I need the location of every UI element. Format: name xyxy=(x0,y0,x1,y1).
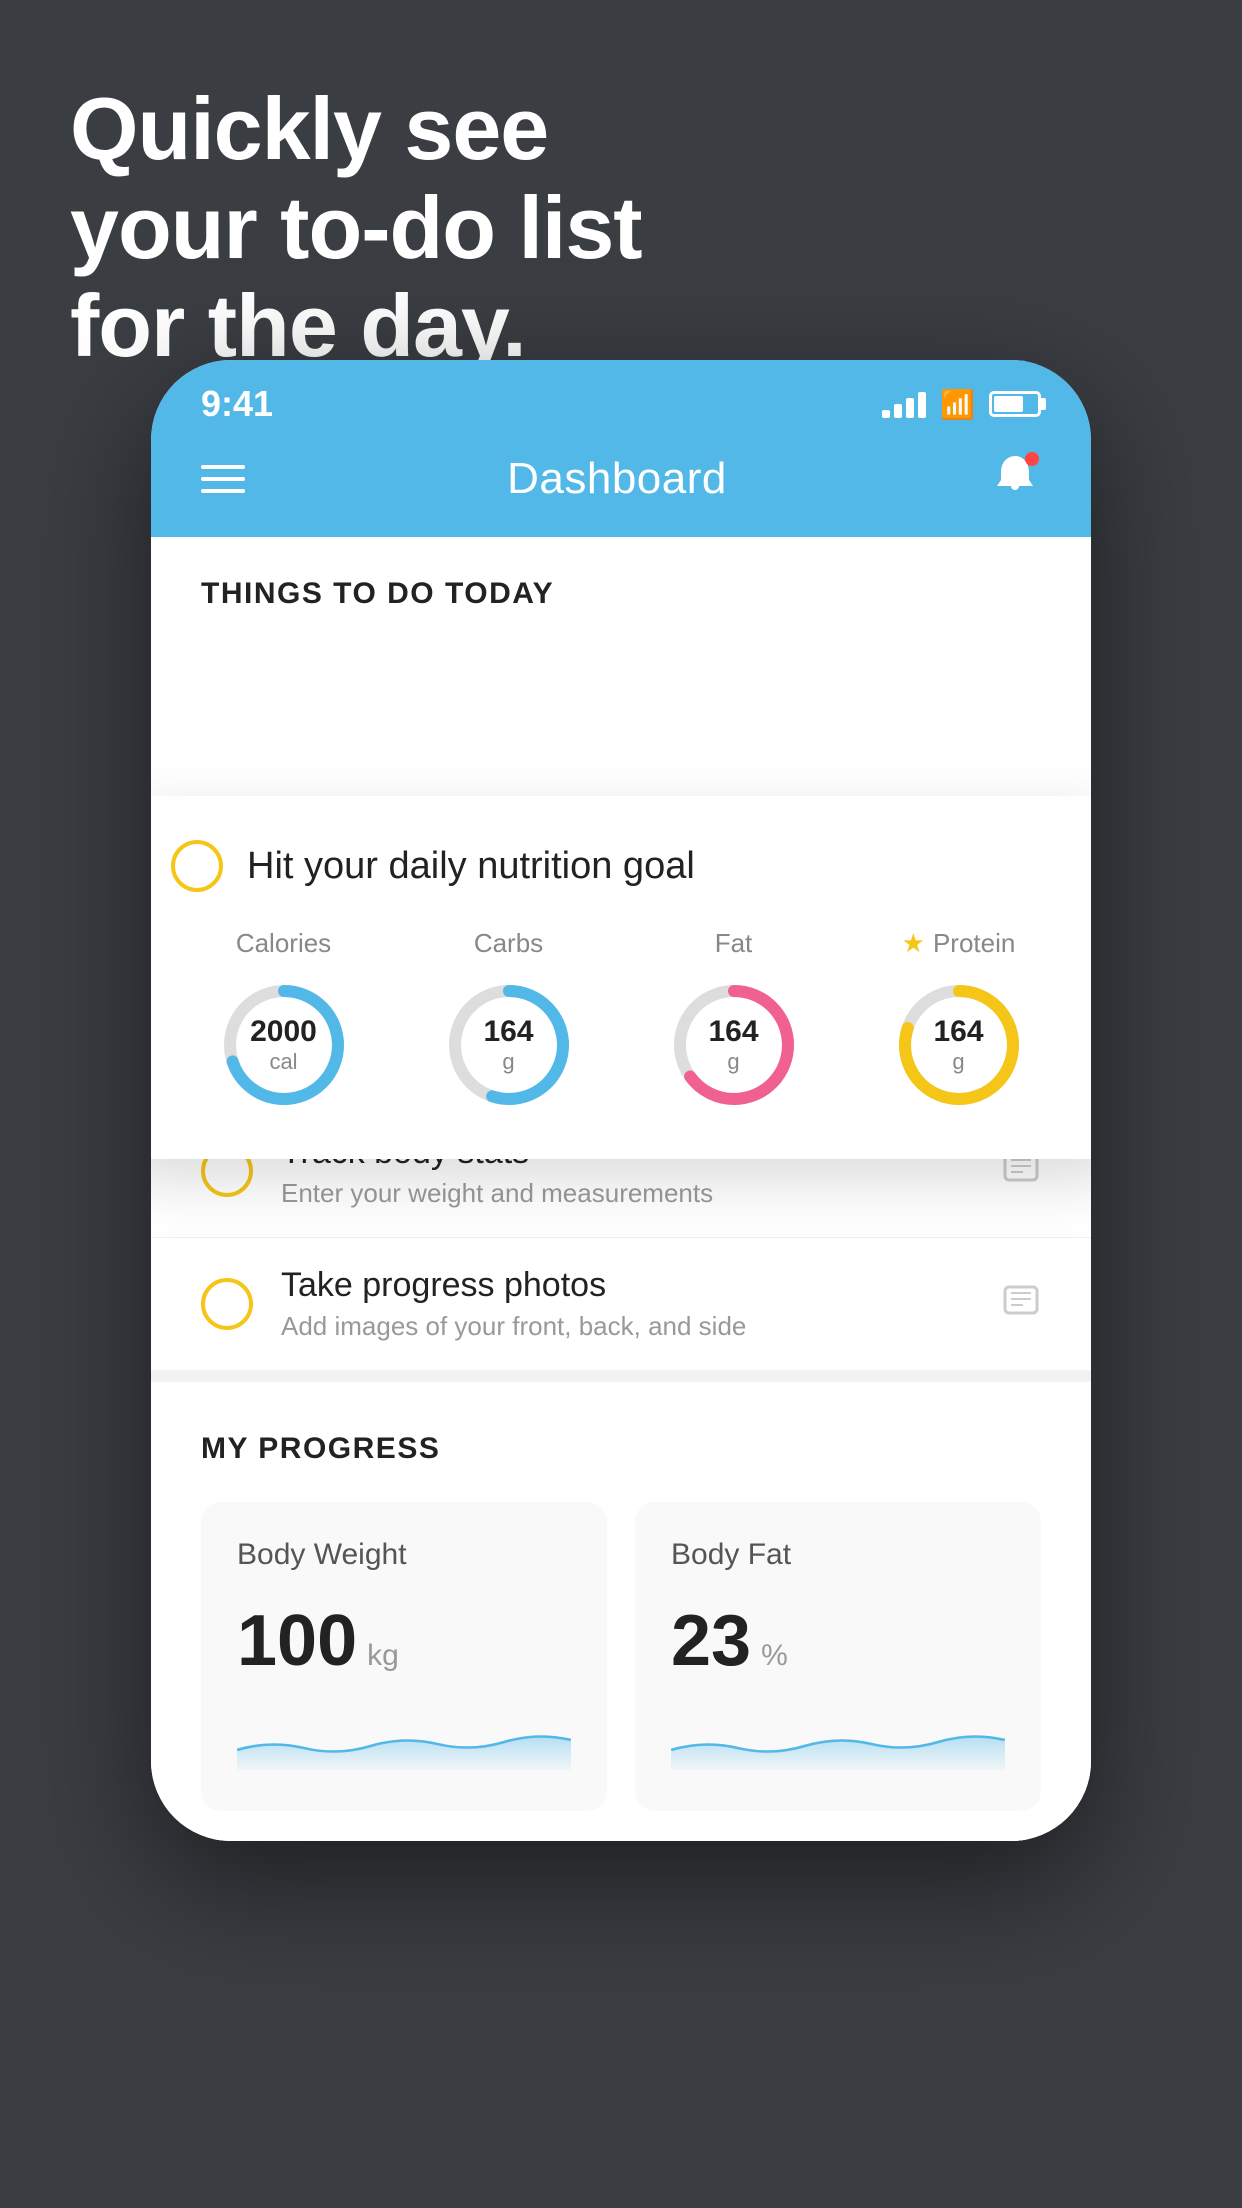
progress-card-title: Body Weight xyxy=(237,1538,571,1572)
nutrition-item-carbs: Carbs 164 g xyxy=(439,928,579,1115)
progress-value-row: 23 % xyxy=(671,1600,1005,1682)
nutrition-label: Fat xyxy=(715,928,753,959)
app-header: Dashboard xyxy=(151,430,1091,537)
phone-body: THINGS TO DO TODAY Hit your daily nutrit… xyxy=(151,537,1091,1841)
notification-badge xyxy=(1025,452,1039,466)
progress-unit: kg xyxy=(367,1639,399,1673)
donut-ring: 2000 cal xyxy=(214,975,354,1115)
donut-ring: 164 g xyxy=(889,975,1029,1115)
todo-subtitle: Add images of your front, back, and side xyxy=(281,1311,973,1342)
nutrition-item-protein: ★ Protein 164 g xyxy=(889,928,1029,1115)
progress-card[interactable]: Body Weight 100 kg xyxy=(201,1502,607,1811)
nutrition-goal-title: Hit your daily nutrition goal xyxy=(247,845,695,888)
star-icon: ★ xyxy=(902,928,925,959)
hamburger-menu-icon[interactable] xyxy=(201,465,245,493)
todo-subtitle: Enter your weight and measurements xyxy=(281,1178,973,1209)
donut-unit: g xyxy=(708,1049,758,1075)
todo-circle xyxy=(201,1278,253,1330)
progress-value: 100 xyxy=(237,1600,357,1682)
signal-icon xyxy=(882,390,926,418)
donut-value: 164 xyxy=(933,1015,983,1049)
nutrition-goal-row: Hit your daily nutrition goal xyxy=(171,840,1071,892)
donut-center: 164 g xyxy=(483,1015,533,1075)
nutrition-label: ★ Protein xyxy=(902,928,1016,959)
todo-text: Take progress photos Add images of your … xyxy=(281,1266,973,1342)
progress-chart xyxy=(671,1710,1005,1770)
donut-unit: cal xyxy=(250,1049,317,1075)
donut-center: 2000 cal xyxy=(250,1015,317,1075)
header-title: Dashboard xyxy=(507,454,727,504)
progress-cards: Body Weight 100 kg Body Fat 23 % xyxy=(201,1502,1041,1811)
donut-center: 164 g xyxy=(708,1015,758,1075)
status-time: 9:41 xyxy=(201,383,273,425)
progress-title: MY PROGRESS xyxy=(201,1432,1041,1466)
donut-value: 2000 xyxy=(250,1015,317,1049)
todo-title: Take progress photos xyxy=(281,1266,973,1305)
todo-item[interactable]: Take progress photos Add images of your … xyxy=(151,1237,1091,1370)
progress-value: 23 xyxy=(671,1600,751,1682)
donut-ring: 164 g xyxy=(664,975,804,1115)
progress-card[interactable]: Body Fat 23 % xyxy=(635,1502,1041,1811)
status-icons: 📶 xyxy=(882,388,1041,421)
headline-line2: your to-do list xyxy=(70,179,642,278)
headline-line1: Quickly see xyxy=(70,80,642,179)
donut-unit: g xyxy=(483,1049,533,1075)
donut-unit: g xyxy=(933,1049,983,1075)
progress-unit: % xyxy=(761,1639,788,1673)
donut-value: 164 xyxy=(483,1015,533,1049)
wifi-icon: 📶 xyxy=(940,388,975,421)
nutrition-card: Hit your daily nutrition goal Calories 2… xyxy=(151,796,1091,1159)
phone-mockup: 9:41 📶 Dashboard xyxy=(151,360,1091,1841)
nutrition-label: Calories xyxy=(236,928,331,959)
headline: Quickly see your to-do list for the day. xyxy=(70,80,642,376)
progress-chart xyxy=(237,1710,571,1770)
battery-icon xyxy=(989,391,1041,417)
todo-action-icon xyxy=(1001,1279,1041,1329)
things-section: THINGS TO DO TODAY xyxy=(151,537,1091,641)
progress-value-row: 100 kg xyxy=(237,1600,571,1682)
bell-icon[interactable] xyxy=(989,450,1041,507)
nutrition-item-calories: Calories 2000 cal xyxy=(214,928,354,1115)
nutrition-checkbox[interactable] xyxy=(171,840,223,892)
status-bar: 9:41 📶 xyxy=(151,360,1091,430)
donut-value: 164 xyxy=(708,1015,758,1049)
things-section-title: THINGS TO DO TODAY xyxy=(201,577,1041,611)
nutrition-circles: Calories 2000 cal Carbs 164 g xyxy=(171,928,1071,1115)
progress-section: MY PROGRESS Body Weight 100 kg Body Fat … xyxy=(151,1370,1091,1841)
donut-ring: 164 g xyxy=(439,975,579,1115)
nutrition-item-fat: Fat 164 g xyxy=(664,928,804,1115)
progress-card-title: Body Fat xyxy=(671,1538,1005,1572)
donut-center: 164 g xyxy=(933,1015,983,1075)
nutrition-label: Carbs xyxy=(474,928,543,959)
